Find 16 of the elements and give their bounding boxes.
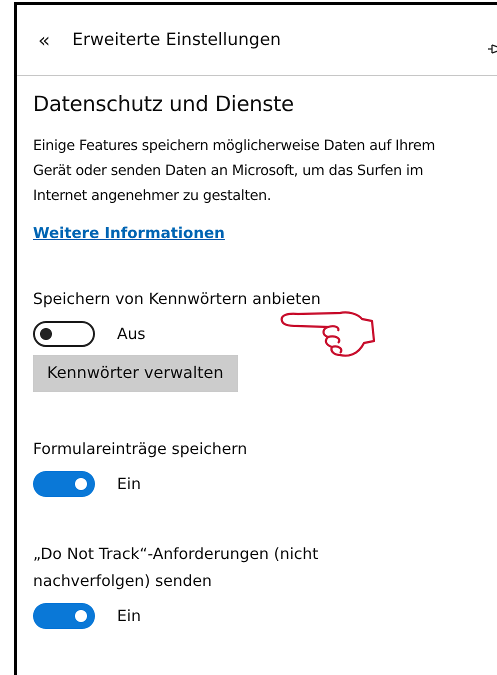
setting-label: „Do Not Track“-Anforderungen (nicht nachverfolgen) senden xyxy=(33,544,320,592)
more-info-link[interactable]: Weitere Informationen xyxy=(33,224,225,242)
toggle-switch[interactable] xyxy=(33,321,95,347)
description-text: Einige Features speichern möglicherweise Daten auf Ihrem Gerät oder senden Daten an Microsoft, um das Surfen im Internet angenehmer zu gestalten. xyxy=(33,137,436,206)
setting-label: Speichern von Kennwörtern anbieten xyxy=(33,289,322,310)
toggle-switch[interactable] xyxy=(33,603,95,629)
pin-icon[interactable] xyxy=(487,42,497,56)
back-button[interactable]: « xyxy=(38,28,50,52)
toggle-state: Ein xyxy=(117,475,141,493)
header-title: Erweiterte Einstellungen xyxy=(72,30,281,50)
manage-passwords-button[interactable]: Kennwörter verwalten xyxy=(33,355,238,392)
toggle-switch[interactable] xyxy=(33,471,95,497)
page-title: Datenschutz und Dienste xyxy=(33,92,295,116)
toggle-state: Ein xyxy=(117,607,141,625)
setting-label: Formulareinträge speichern xyxy=(33,439,248,460)
toggle-state: Aus xyxy=(117,325,146,343)
